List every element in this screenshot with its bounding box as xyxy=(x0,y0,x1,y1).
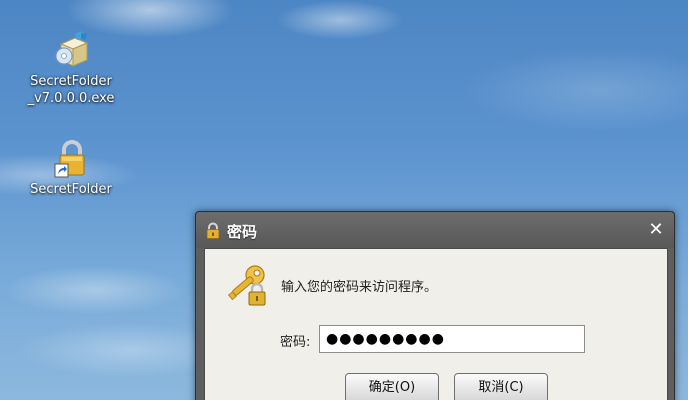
dialog-titlebar[interactable]: 密码 ✕ xyxy=(196,212,674,248)
lock-icon xyxy=(206,222,220,239)
cancel-button[interactable]: 取消(C) xyxy=(454,373,548,400)
prompt-text: 输入您的密码来访问程序。 xyxy=(281,280,438,295)
password-dialog: 密码 ✕ 输入您的密码来访问程序。 密码: 确定(O) 取消(C) xyxy=(195,211,675,400)
key-lock-icon xyxy=(227,265,266,306)
ok-button[interactable]: 确定(O) xyxy=(345,373,439,400)
shortcut-lock-icon xyxy=(54,140,85,178)
close-icon: ✕ xyxy=(648,219,664,240)
password-label: 密码: xyxy=(280,335,311,350)
close-button[interactable]: ✕ xyxy=(646,220,666,240)
installer-box-icon xyxy=(55,31,89,67)
desktop: SecretFolder _v7.0.0.0.exe SecretFolder … xyxy=(0,0,688,400)
dialog-body: 输入您的密码来访问程序。 密码: 确定(O) 取消(C) xyxy=(204,248,668,400)
desktop-icon-label: SecretFolder _v7.0.0.0.exe xyxy=(27,74,115,106)
dialog-title: 密码 xyxy=(227,223,258,241)
desktop-icon-installer[interactable]: SecretFolder _v7.0.0.0.exe xyxy=(21,30,121,107)
desktop-icon-shortcut[interactable]: SecretFolder xyxy=(21,138,121,198)
desktop-icon-label: SecretFolder xyxy=(30,182,112,197)
password-field[interactable] xyxy=(319,325,585,353)
